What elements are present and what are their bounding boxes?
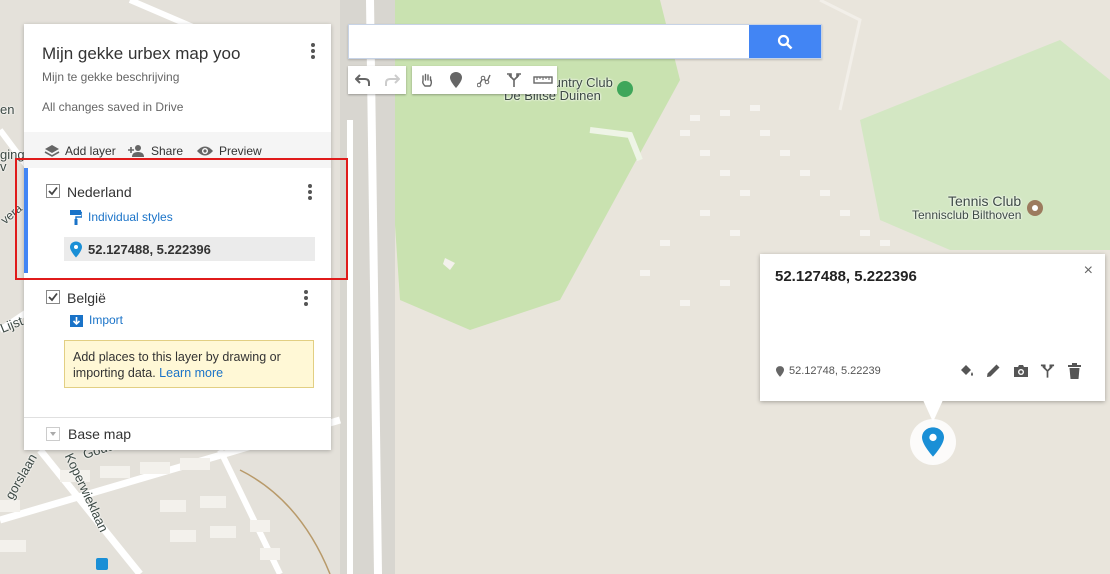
save-status: All changes saved in Drive [42, 100, 184, 114]
paint-roller-icon [70, 210, 82, 225]
search-box [348, 24, 822, 59]
empty-layer-tip: Add places to this layer by drawing or i… [64, 340, 314, 388]
draw-line-icon [476, 74, 491, 88]
redo-button[interactable] [377, 66, 406, 94]
map-marker-icon [922, 427, 944, 457]
hand-icon [421, 73, 432, 87]
search-button[interactable] [749, 25, 821, 58]
add-marker-button[interactable] [441, 66, 470, 94]
add-layer-button[interactable]: Add layer [44, 144, 116, 158]
info-window-actions [958, 362, 1083, 379]
preview-label: Preview [219, 144, 262, 158]
layer-nederland[interactable]: Nederland Individual styles 52.127488, 5… [24, 168, 331, 273]
map-options-menu-button[interactable] [306, 41, 320, 61]
panel-actions-bar: Add layer Share Preview [24, 132, 331, 168]
import-link[interactable]: Import [70, 313, 123, 327]
close-icon: × [1083, 262, 1093, 279]
delete-button[interactable] [1066, 362, 1083, 379]
feature-label: 52.127488, 5.222396 [88, 241, 211, 257]
map-toolbar [348, 66, 557, 94]
layer-name[interactable]: Nederland [67, 184, 132, 200]
share-label: Share [151, 144, 184, 158]
directions-button[interactable] [1039, 362, 1056, 379]
layer-checkbox[interactable] [46, 184, 60, 198]
search-icon [777, 34, 793, 49]
map-title[interactable]: Mijn gekke urbex map yoo [42, 44, 240, 64]
learn-more-link[interactable]: Learn more [159, 366, 223, 380]
base-map-toggle[interactable]: Base map [24, 417, 331, 450]
layer-checkbox[interactable] [46, 290, 60, 304]
info-window-title[interactable]: 52.127488, 5.222396 [775, 268, 917, 285]
map-label-tennis-name: Tennis Club [948, 193, 1022, 209]
individual-styles-label: Individual styles [88, 210, 173, 224]
marker-icon [70, 241, 82, 257]
redo-icon [384, 74, 400, 86]
preview-button[interactable]: Preview [196, 144, 262, 158]
undo-button[interactable] [348, 66, 377, 94]
add-layer-label: Add layer [65, 144, 116, 158]
style-button[interactable] [958, 362, 975, 379]
info-window: 52.127488, 5.222396 × 52.12748, 5.22239 [760, 254, 1105, 401]
map-legend-panel: Mijn gekke urbex map yoo Mijn te gekke b… [24, 24, 331, 450]
golf-poi-icon [617, 81, 633, 97]
directions-button[interactable] [499, 66, 528, 94]
layers-icon [44, 145, 60, 157]
directions-icon [1040, 364, 1055, 378]
share-button[interactable]: Share [128, 144, 183, 158]
draw-line-button[interactable] [470, 66, 499, 94]
close-button[interactable]: × [1084, 262, 1093, 280]
pan-button[interactable] [412, 66, 441, 94]
add-photo-button[interactable] [1012, 362, 1029, 379]
add-person-icon [128, 145, 144, 157]
trash-icon [1068, 362, 1081, 379]
map-label-edge-en: en [0, 102, 15, 117]
measure-button[interactable] [528, 66, 557, 94]
chevron-down-icon [46, 427, 60, 441]
paint-bucket-icon [960, 364, 973, 376]
camera-icon [1013, 364, 1028, 377]
selected-map-marker[interactable] [910, 419, 956, 465]
layer-options-menu-button[interactable] [299, 288, 313, 308]
import-label: Import [89, 313, 124, 327]
map-description[interactable]: Mijn te gekke beschrijving [42, 70, 179, 84]
add-marker-icon [449, 72, 462, 88]
base-map-label: Base map [68, 426, 132, 442]
directions-icon [506, 73, 521, 87]
edit-button[interactable] [985, 362, 1002, 379]
coordinates-text: 52.12748, 5.22239 [789, 365, 881, 377]
ruler-icon [532, 76, 553, 84]
map-label-tennis-subtitle: Tennisclub Bilthoven [912, 208, 1022, 222]
pencil-icon [987, 364, 1000, 377]
search-input[interactable] [349, 25, 755, 56]
layer-options-menu-button[interactable] [303, 182, 317, 202]
location-pin-icon [776, 365, 784, 377]
feature-item[interactable]: 52.127488, 5.222396 [64, 237, 315, 261]
map-label-edge-v: v [0, 159, 7, 174]
layer-name[interactable]: België [67, 290, 106, 306]
eye-icon [197, 146, 213, 156]
individual-styles-link[interactable]: Individual styles [70, 209, 173, 225]
import-icon [70, 315, 83, 327]
undo-icon [354, 74, 370, 86]
bus-stop-icon [96, 558, 108, 570]
info-window-coordinates: 52.12748, 5.22239 [776, 365, 881, 377]
